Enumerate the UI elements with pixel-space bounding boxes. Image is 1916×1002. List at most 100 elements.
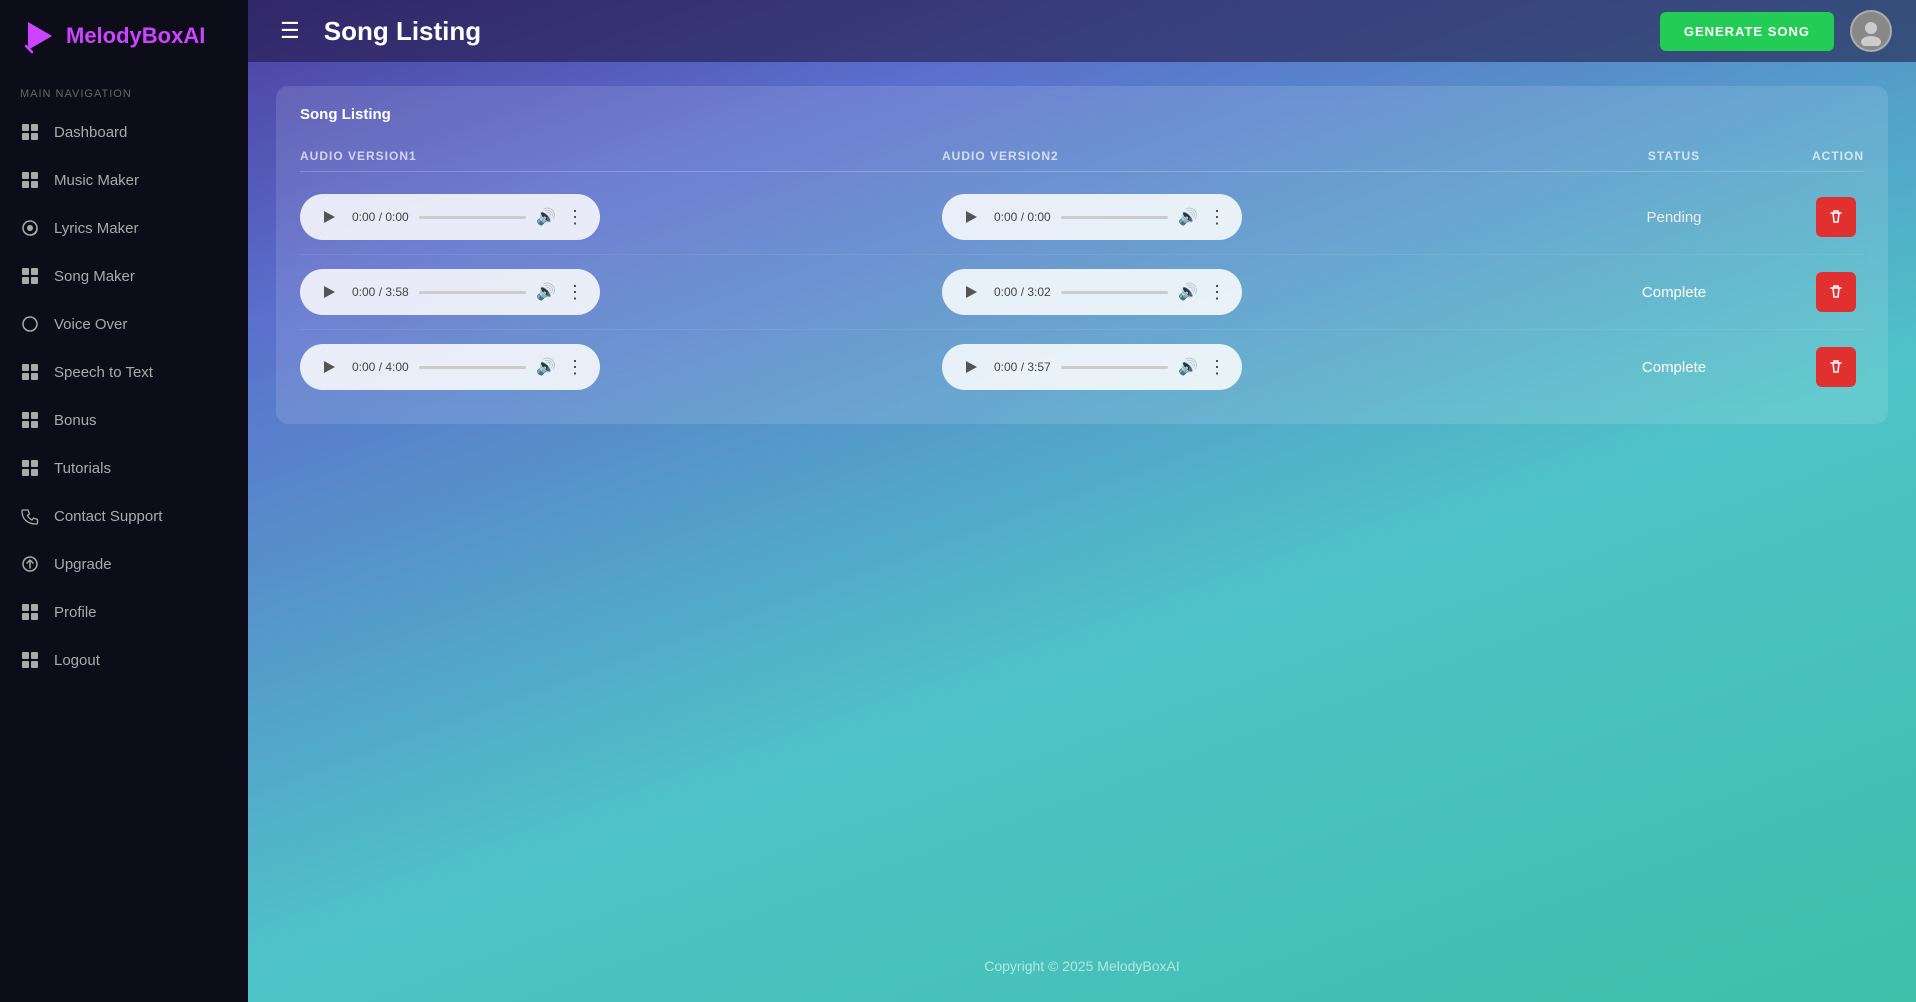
sidebar-item-label: Song Maker	[54, 268, 135, 285]
more-options-button[interactable]: ⋮	[1208, 357, 1226, 378]
music-icon	[20, 170, 40, 190]
table-row: 0:00 / 0:00 🔊 ⋮ 0:00 / 0:00 🔊 ⋮	[300, 180, 1864, 255]
footer: Copyright © 2025 MelodyBoxAI	[248, 930, 1916, 1002]
sidebar-header: MelodyBoxAI	[0, 0, 248, 72]
audio-player-row1-v1: 0:00 / 0:00 🔊 ⋮	[300, 194, 600, 240]
progress-bar[interactable]	[419, 291, 526, 294]
progress-bar[interactable]	[1061, 291, 1168, 294]
audio-player-row3-v2: 0:00 / 3:57 🔊 ⋮	[942, 344, 1242, 390]
sidebar-item-contact-support[interactable]: Contact Support	[0, 492, 248, 540]
play-button[interactable]	[958, 354, 984, 380]
phone-icon	[20, 506, 40, 526]
audio-player-row1-v2: 0:00 / 0:00 🔊 ⋮	[942, 194, 1242, 240]
table-row: 0:00 / 3:58 🔊 ⋮ 0:00 / 3:02 🔊 ⋮	[300, 255, 1864, 330]
play-button[interactable]	[958, 204, 984, 230]
song-listing-card: Song Listing AUDIO VERSION1 AUDIO VERSIO…	[276, 86, 1888, 424]
status-badge: Pending	[1584, 209, 1764, 226]
status-badge: Complete	[1584, 284, 1764, 301]
sidebar-item-tutorials[interactable]: Tutorials	[0, 444, 248, 492]
sidebar-item-label: Profile	[54, 604, 97, 621]
progress-bar[interactable]	[1061, 216, 1168, 219]
delete-button[interactable]	[1816, 197, 1856, 237]
main-content: ☰ Song Listing GENERATE SONG Song Listin…	[248, 0, 1916, 1002]
sidebar-item-label: Music Maker	[54, 172, 139, 189]
col-status: STATUS	[1584, 149, 1764, 163]
col-audio2: AUDIO VERSION2	[942, 149, 1584, 163]
audio-player-row3-v1: 0:00 / 4:00 🔊 ⋮	[300, 344, 600, 390]
play-button[interactable]	[958, 279, 984, 305]
play-button[interactable]	[316, 354, 342, 380]
sidebar-item-voice-over[interactable]: Voice Over	[0, 300, 248, 348]
progress-bar[interactable]	[419, 366, 526, 369]
sidebar-item-label: Logout	[54, 652, 100, 669]
audio-time: 0:00 / 3:58	[352, 285, 409, 299]
sidebar-item-bonus[interactable]: Bonus	[0, 396, 248, 444]
progress-bar[interactable]	[419, 216, 526, 219]
bonus-icon	[20, 410, 40, 430]
hamburger-button[interactable]: ☰	[272, 14, 308, 48]
audio-time: 0:00 / 0:00	[352, 210, 409, 224]
play-button[interactable]	[316, 279, 342, 305]
generate-song-button[interactable]: GENERATE SONG	[1660, 12, 1834, 51]
volume-icon[interactable]: 🔊	[1178, 282, 1198, 302]
sidebar-item-label: Speech to Text	[54, 364, 153, 381]
col-action: ACTION	[1764, 149, 1864, 163]
volume-icon[interactable]: 🔊	[1178, 207, 1198, 227]
topbar-left: ☰ Song Listing	[272, 14, 481, 48]
sidebar-item-upgrade[interactable]: Upgrade	[0, 540, 248, 588]
sidebar-item-logout[interactable]: Logout	[0, 636, 248, 684]
action-cell	[1764, 197, 1864, 237]
table-row: 0:00 / 4:00 🔊 ⋮ 0:00 / 3:57 🔊 ⋮	[300, 330, 1864, 404]
sidebar-item-dashboard[interactable]: Dashboard	[0, 108, 248, 156]
sidebar-item-label: Lyrics Maker	[54, 220, 138, 237]
audio-time: 0:00 / 3:57	[994, 360, 1051, 374]
topbar: ☰ Song Listing GENERATE SONG	[248, 0, 1916, 62]
volume-icon[interactable]: 🔊	[1178, 357, 1198, 377]
sidebar-item-label: Contact Support	[54, 508, 162, 525]
volume-icon[interactable]: 🔊	[536, 207, 556, 227]
progress-bar[interactable]	[1061, 366, 1168, 369]
content-area: Song Listing AUDIO VERSION1 AUDIO VERSIO…	[248, 62, 1916, 930]
more-options-button[interactable]: ⋮	[566, 357, 584, 378]
volume-icon[interactable]: 🔊	[536, 357, 556, 377]
sidebar-item-label: Voice Over	[54, 316, 127, 333]
sidebar-item-music-maker[interactable]: Music Maker	[0, 156, 248, 204]
sidebar-item-profile[interactable]: Profile	[0, 588, 248, 636]
action-cell	[1764, 347, 1864, 387]
delete-button[interactable]	[1816, 272, 1856, 312]
sidebar-item-speech-to-text[interactable]: Speech to Text	[0, 348, 248, 396]
sidebar-item-label: Dashboard	[54, 124, 127, 141]
delete-button[interactable]	[1816, 347, 1856, 387]
status-badge: Complete	[1584, 359, 1764, 376]
sidebar-item-label: Upgrade	[54, 556, 112, 573]
more-options-button[interactable]: ⋮	[1208, 207, 1226, 228]
avatar[interactable]	[1850, 10, 1892, 52]
audio-player-row2-v2: 0:00 / 3:02 🔊 ⋮	[942, 269, 1242, 315]
sidebar-item-song-maker[interactable]: Song Maker	[0, 252, 248, 300]
sidebar-item-lyrics-maker[interactable]: Lyrics Maker	[0, 204, 248, 252]
tutorials-icon	[20, 458, 40, 478]
logout-icon	[20, 650, 40, 670]
more-options-button[interactable]: ⋮	[1208, 282, 1226, 303]
upgrade-icon	[20, 554, 40, 574]
page-title: Song Listing	[324, 16, 481, 47]
profile-icon	[20, 602, 40, 622]
speech-icon	[20, 362, 40, 382]
card-title: Song Listing	[300, 106, 1864, 123]
play-button[interactable]	[316, 204, 342, 230]
audio-player-row2-v1: 0:00 / 3:58 🔊 ⋮	[300, 269, 600, 315]
volume-icon[interactable]: 🔊	[536, 282, 556, 302]
more-options-button[interactable]: ⋮	[566, 282, 584, 303]
more-options-button[interactable]: ⋮	[566, 207, 584, 228]
audio-time: 0:00 / 3:02	[994, 285, 1051, 299]
song-maker-icon	[20, 266, 40, 286]
audio-time: 0:00 / 4:00	[352, 360, 409, 374]
copyright-text: Copyright © 2025 MelodyBoxAI	[984, 958, 1180, 974]
sidebar-item-label: Bonus	[54, 412, 97, 429]
logo-icon	[20, 18, 56, 54]
col-audio1: AUDIO VERSION1	[300, 149, 942, 163]
table-header: AUDIO VERSION1 AUDIO VERSION2 STATUS ACT…	[300, 141, 1864, 172]
sidebar: MelodyBoxAI MAIN NAVIGATION Dashboard Mu…	[0, 0, 248, 1002]
action-cell	[1764, 272, 1864, 312]
audio-time: 0:00 / 0:00	[994, 210, 1051, 224]
